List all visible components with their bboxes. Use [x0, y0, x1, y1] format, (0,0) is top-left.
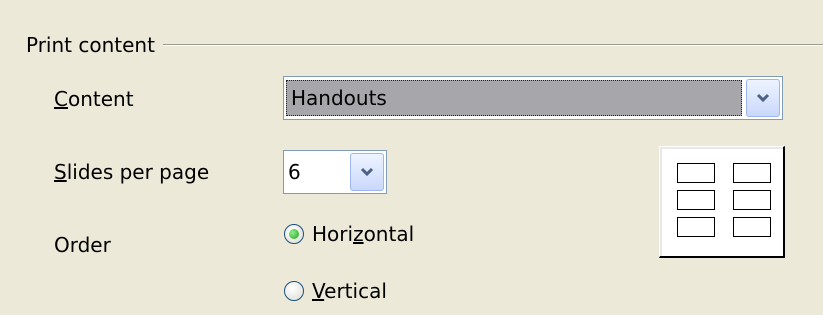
content-label-rest: ontent	[67, 87, 134, 111]
slides-per-page-dropdown-button[interactable]	[350, 153, 384, 191]
slide-layout-preview	[659, 146, 785, 258]
content-dropdown-value: Handouts	[286, 80, 742, 116]
content-dropdown-button[interactable]	[746, 79, 780, 117]
slide-thumb-5	[677, 217, 715, 237]
vertical-label-post: ertical	[324, 279, 387, 303]
slides-per-page-value: 6	[288, 160, 301, 184]
content-label-mnemonic: C	[54, 87, 68, 111]
slide-thumb-2	[733, 163, 771, 183]
slide-thumb-1	[677, 163, 715, 183]
slide-thumb-3	[677, 190, 715, 210]
slide-thumb-4	[733, 190, 771, 210]
content-label: Content	[54, 86, 134, 112]
horizontal-label: Horizontal	[312, 221, 414, 247]
content-dropdown[interactable]: Handouts	[283, 76, 783, 120]
vertical-label-mnemonic: V	[312, 279, 325, 303]
horizontal-label-post: ontal	[363, 222, 415, 246]
slides-per-page-label: Slides per page	[54, 159, 209, 185]
horizontal-radio-button[interactable]	[284, 224, 304, 244]
order-label: Order	[54, 233, 111, 257]
order-horizontal-option[interactable]: Horizontal	[284, 221, 414, 247]
horizontal-label-mnemonic: z	[353, 222, 364, 246]
order-vertical-option[interactable]: Vertical	[284, 278, 387, 304]
chevron-down-icon	[756, 93, 770, 103]
horizontal-label-pre: Hori	[312, 222, 354, 246]
vertical-label: Vertical	[312, 278, 387, 304]
slides-per-page-label-mnemonic: S	[54, 160, 67, 184]
vertical-radio-button[interactable]	[284, 281, 304, 301]
slides-per-page-dropdown[interactable]: 6	[283, 150, 387, 194]
group-title: Print content	[26, 32, 163, 58]
slides-per-page-label-rest: lides per page	[66, 160, 210, 184]
slide-thumb-6	[733, 217, 771, 237]
chevron-down-icon	[360, 167, 374, 177]
slide-layout-preview-area	[660, 147, 783, 256]
